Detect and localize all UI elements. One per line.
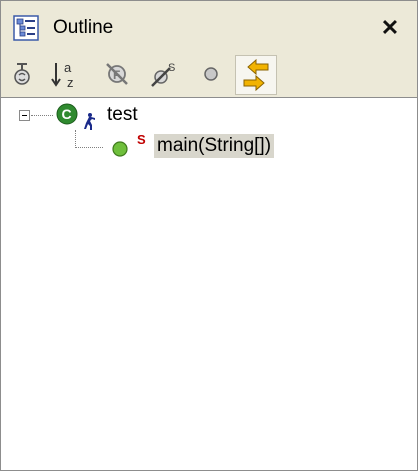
hide-fields-icon[interactable]: F — [101, 58, 133, 90]
sort-by-category-icon[interactable] — [7, 58, 39, 90]
tree-connector — [75, 147, 103, 148]
outline-tree: C test S main(String[]) — [1, 98, 417, 470]
outline-view-icon — [13, 15, 39, 41]
svg-text:z: z — [67, 75, 74, 90]
tree-connector — [31, 115, 53, 116]
outline-view: Outline ✕ a z F — [0, 0, 418, 471]
sort-alphabetically-icon[interactable]: a z — [49, 58, 81, 90]
svg-text:C: C — [62, 106, 72, 122]
method-node-label[interactable]: main(String[]) — [154, 134, 275, 158]
view-title: Outline — [53, 17, 114, 38]
outline-toolbar: a z F S — [1, 51, 417, 98]
tree-connector — [75, 130, 76, 148]
class-icon: C — [55, 103, 99, 131]
public-method-icon: S — [111, 132, 151, 159]
class-node-label[interactable]: test — [107, 103, 138, 127]
hide-non-public-members-icon[interactable] — [195, 58, 227, 90]
link-with-editor-icon[interactable] — [235, 55, 277, 95]
static-icon: S — [137, 133, 146, 147]
collapse-toggle[interactable] — [19, 110, 30, 121]
svg-text:S: S — [168, 62, 175, 74]
hide-static-members-icon[interactable]: S — [147, 58, 179, 90]
svg-text:a: a — [64, 60, 72, 75]
view-title-bar: Outline ✕ — [1, 1, 417, 51]
runnable-icon — [84, 113, 95, 130]
close-icon[interactable]: ✕ — [377, 15, 403, 41]
